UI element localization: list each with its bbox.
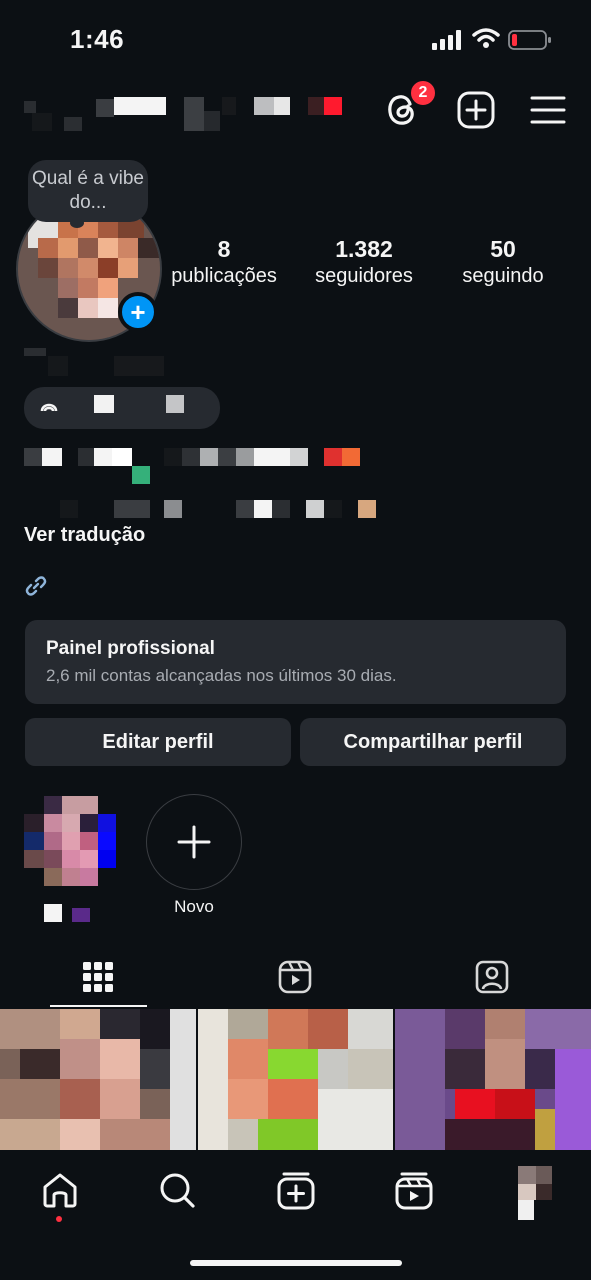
profile-avatar[interactable] — [514, 1166, 554, 1220]
note-bubble[interactable]: Qual é a vibe do... — [28, 160, 148, 222]
home-icon[interactable] — [40, 1170, 80, 1210]
grid-icon[interactable] — [80, 959, 116, 995]
battery-icon — [508, 30, 551, 50]
notification-badge: 2 — [409, 79, 437, 107]
threads-handle-redacted — [94, 395, 184, 413]
threads-profile-link[interactable] — [24, 387, 220, 429]
status-time: 1:46 — [70, 24, 125, 54]
stat-followers-count: 1.382 — [335, 236, 393, 262]
post-image-redacted — [395, 1009, 591, 1150]
tagged-icon[interactable] — [474, 959, 510, 995]
username-redacted[interactable] — [24, 95, 344, 131]
threads-small-icon — [40, 403, 58, 412]
status-bar: 1:46 — [0, 0, 591, 80]
search-icon[interactable] — [157, 1170, 197, 1210]
wifi-icon — [472, 28, 500, 48]
reels-tab-icon[interactable] — [277, 959, 313, 995]
stat-posts[interactable]: 8 publicações — [162, 236, 286, 288]
cellular-signal-icon — [432, 30, 461, 50]
home-activity-dot — [56, 1216, 62, 1222]
stat-posts-count: 8 — [217, 236, 231, 262]
new-highlight-label: Novo — [174, 897, 214, 916]
create-icon[interactable] — [276, 1170, 316, 1210]
post-image-redacted — [197, 1009, 394, 1150]
bio-line-1-redacted — [24, 448, 360, 484]
post-image-redacted — [0, 1009, 196, 1150]
active-tab-indicator — [50, 1005, 147, 1007]
stat-followers-label: seguidores — [315, 265, 413, 287]
plus-icon — [177, 825, 211, 859]
edit-profile-button[interactable]: Editar perfil — [25, 718, 291, 766]
bio-line-2-redacted — [60, 500, 376, 518]
professional-dashboard-title: Painel profissional — [46, 638, 215, 659]
add-story-button[interactable]: + — [118, 292, 158, 332]
post-thumbnail[interactable] — [0, 1009, 196, 1150]
add-post-icon[interactable] — [457, 91, 495, 129]
post-thumbnail[interactable] — [395, 1009, 591, 1150]
translate-link[interactable]: Ver tradução — [24, 524, 145, 547]
stat-following[interactable]: 50 seguindo — [444, 236, 562, 288]
stat-followers[interactable]: 1.382 seguidores — [302, 236, 426, 288]
link-icon[interactable] — [24, 574, 48, 598]
post-thumbnail[interactable] — [197, 1009, 394, 1150]
professional-dashboard-subtitle: 2,6 mil contas alcançadas nos últimos 30… — [46, 666, 397, 685]
reels-icon[interactable] — [394, 1170, 434, 1210]
stat-following-label: seguindo — [462, 265, 544, 287]
display-name-redacted — [24, 348, 164, 376]
new-highlight-button[interactable] — [146, 794, 242, 890]
professional-dashboard[interactable]: Painel profissional 2,6 mil contas alcan… — [25, 620, 566, 704]
home-indicator — [190, 1260, 402, 1266]
note-bubble-tail — [70, 218, 84, 228]
posts-grid — [0, 1009, 591, 1150]
share-profile-button[interactable]: Compartilhar perfil — [300, 718, 566, 766]
bottom-navigation — [0, 1150, 591, 1280]
menu-icon[interactable] — [530, 94, 566, 126]
story-highlight-redacted[interactable] — [24, 796, 116, 922]
stat-posts-label: publicações — [171, 265, 277, 287]
stat-following-count: 50 — [490, 236, 516, 262]
